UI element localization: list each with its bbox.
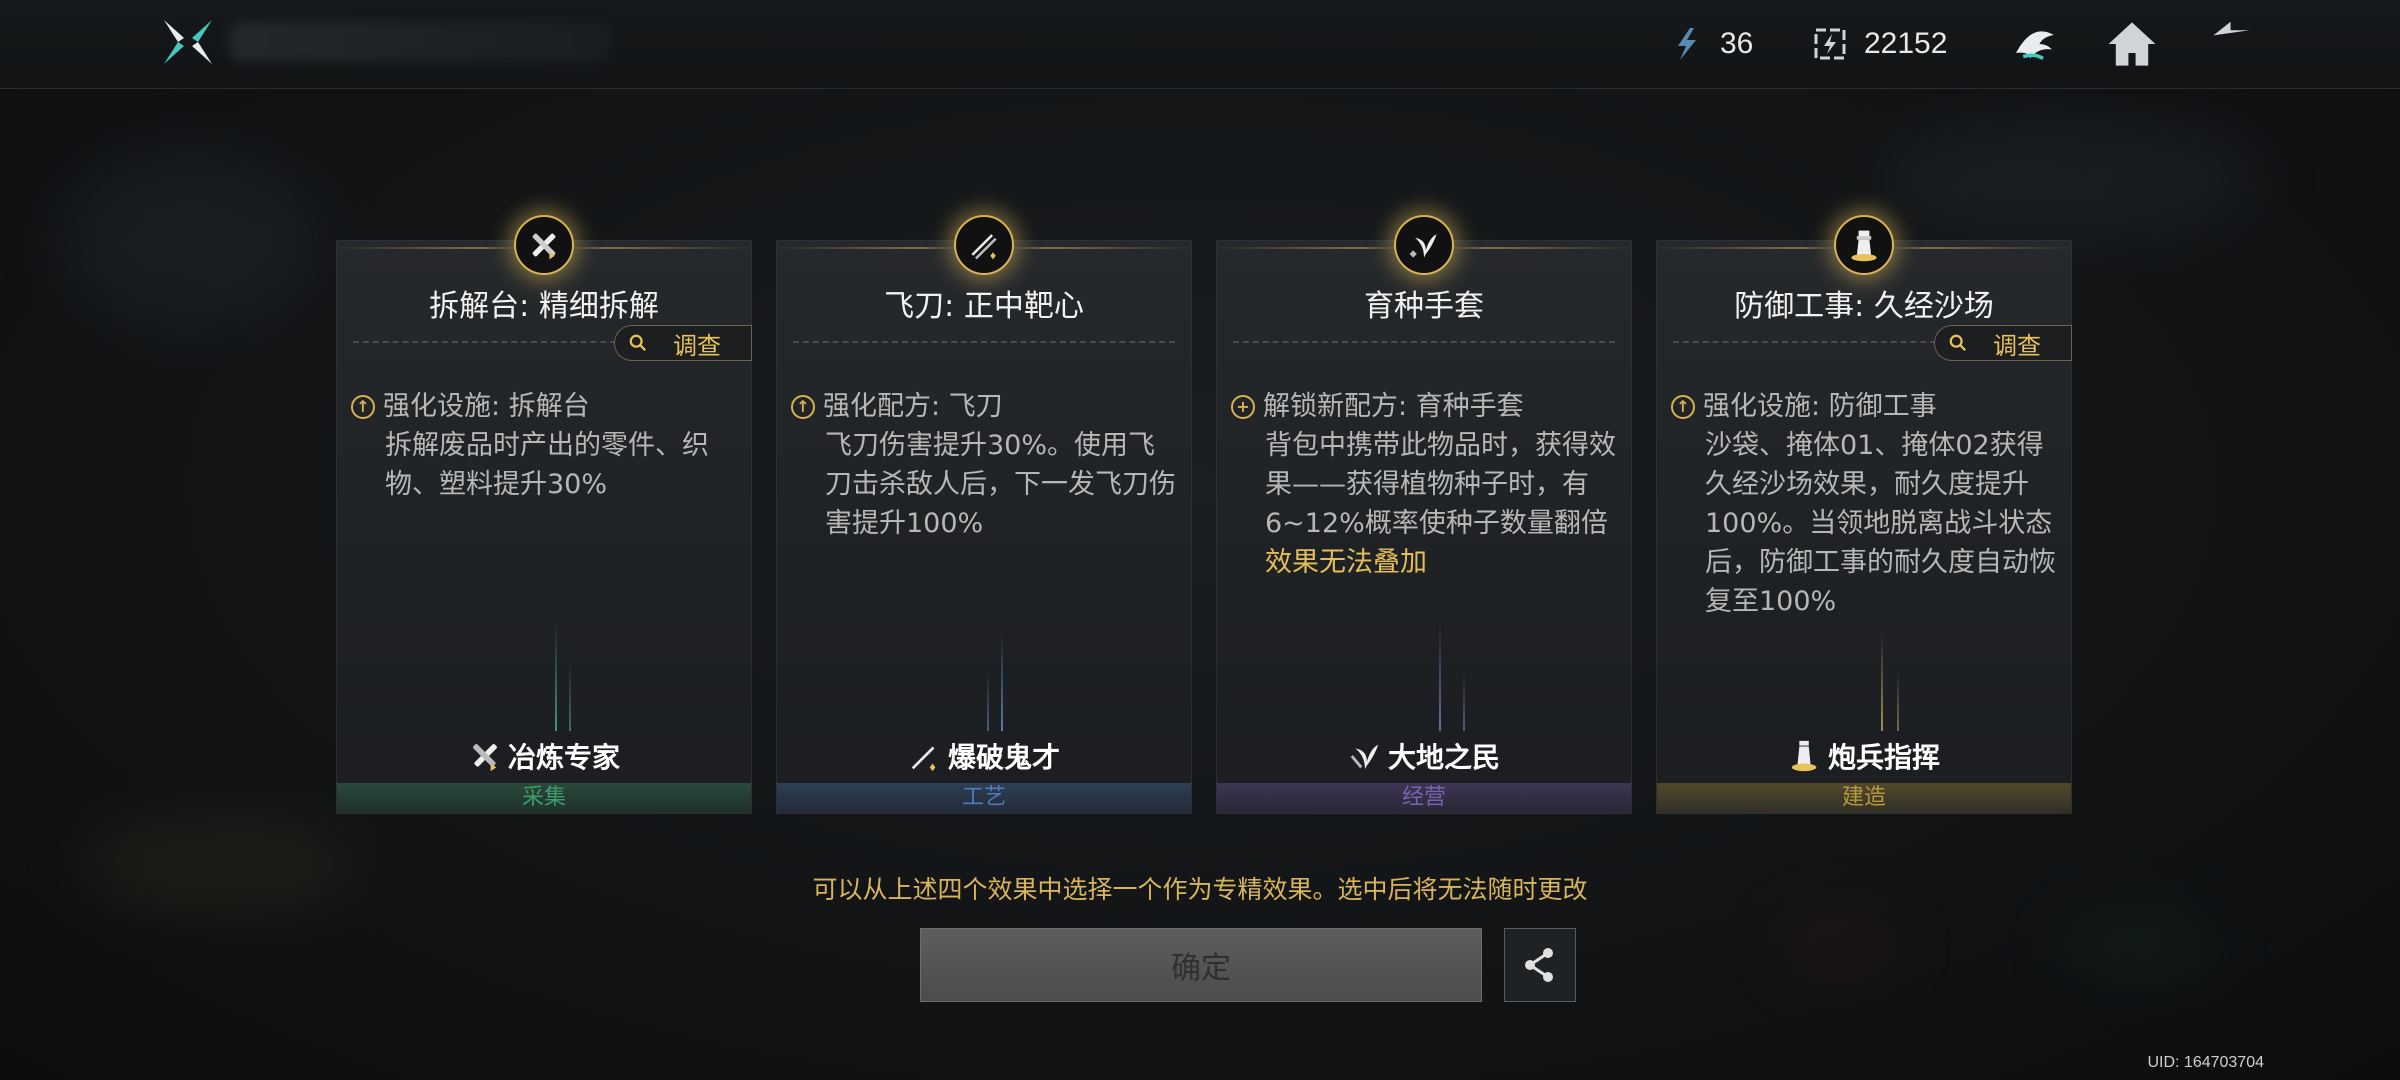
card-title: 防御工事: 久经沙场 [1734,289,1994,324]
effect-warning: 效果无法叠加 [1265,547,1427,578]
investigate-label: 调查 [673,331,721,360]
specialist-name: 大地之民 [1387,741,1500,774]
specialist-badge: 爆破鬼才 [777,736,1191,776]
upgrade-icon: ↑ [791,394,815,419]
effect-desc: 飞刀伤害提升30%。使用飞刀击杀敌人后，下一发飞刀伤害提升100% [825,430,1176,539]
effect-card-breeding-glove[interactable]: 育种手套 + 解锁新配方: 育种手套 背包中携带此物品时，获得效果——获得植物种… [1216,215,1632,814]
effect-description: ↑ 强化设施: 拆解台 拆解废品时产出的零件、织物、塑料提升30% [351,387,737,504]
specialist-name: 爆破鬼才 [947,741,1060,774]
top-bar: 36 22152 [0,0,2400,89]
knife-specialist-icon [911,746,936,772]
home-icon[interactable] [2102,14,2162,74]
specialist-name: 炮兵指挥 [1827,741,1940,774]
specialist-name: 冶炼专家 [507,741,620,774]
investigate-label: 调查 [1993,331,2041,360]
effect-head: 强化设施: 拆解台 [383,391,590,422]
card-top-line [1217,247,1397,249]
card-top-line [337,247,517,249]
card-icon [514,215,574,275]
card-top-line [1011,247,1191,249]
share-icon [1525,948,1553,982]
effect-description: + 解锁新配方: 育种手套 背包中携带此物品时，获得效果——获得植物种子时，有6… [1231,387,1617,582]
leaf-specialist-icon [1350,744,1379,770]
seedling-glove-icon [1409,234,1437,258]
light-beam [1463,671,1465,731]
plus-icon: + [1231,394,1255,419]
search-icon [1949,334,1966,351]
divider [793,341,1175,343]
search-icon [629,334,646,351]
share-button[interactable] [1504,928,1576,1002]
light-beam [987,671,989,731]
effect-desc: 拆解废品时产出的零件、织物、塑料提升30% [385,430,709,500]
background-blur [60,150,320,330]
light-beam [1897,671,1899,731]
card-top-line [1657,247,1837,249]
gear-currency-icon [1814,28,1846,60]
card-top-line [571,247,751,249]
effect-card-dismantle[interactable]: 拆解台: 精细拆解 调查 ↑ 强化设施: 拆解台 拆解废品时产出的零件、织物、塑… [336,215,752,814]
category-label: 经营 [1217,783,1631,813]
wrench-specialist-icon [473,744,497,772]
energy-value: 36 [1720,27,1754,60]
effect-head: 解锁新配方: 育种手套 [1263,391,1524,422]
category-label: 建造 [1657,783,2071,813]
effect-card-throwing-knife[interactable]: 飞刀: 正中靶心 ↑ 强化配方: 飞刀 飞刀伤害提升30%。使用飞刀击杀敌人后，… [776,215,1192,814]
light-beam [1001,631,1003,731]
effect-desc: 背包中携带此物品时，获得效果——获得植物种子时，有6~12%概率使种子数量翻倍 [1265,430,1616,539]
user-id: UID: 164703704 [2147,1054,2264,1071]
light-beam [569,661,571,731]
throwing-knife-icon [971,234,997,260]
effect-head: 强化配方: 飞刀 [823,391,1003,422]
card-title: 飞刀: 正中靶心 [884,289,1084,324]
emblem-icon[interactable] [2004,14,2064,74]
specialist-badge: 大地之民 [1217,736,1631,776]
card-top-line [1451,247,1631,249]
card-icon [954,215,1014,275]
resource-gear: 22152 [1812,22,1947,66]
watchtower-icon [1851,230,1877,262]
light-beam [1881,631,1883,731]
category-label: 采集 [337,783,751,813]
upgrade-icon: ↑ [1671,394,1695,419]
category-label: 工艺 [777,783,1191,813]
back-arrow-icon[interactable] [2210,14,2270,74]
blurred-title [230,22,610,62]
investigate-button[interactable]: 调查 [614,325,752,361]
effect-description: ↑ 强化设施: 防御工事 沙袋、掩体01、掩体02获得久经沙场效果，耐久度提升1… [1671,387,2057,621]
card-icon [1834,215,1894,275]
dismantle-wrench-icon [532,233,556,260]
card-title: 拆解台: 精细拆解 [429,289,659,324]
investigate-button[interactable]: 调查 [1934,325,2072,361]
divider [1233,341,1615,343]
card-title: 育种手套 [1364,289,1484,324]
selection-hint: 可以从上述四个效果中选择一个作为专精效果。选中后将无法随时更改 [812,875,1588,904]
effect-desc: 沙袋、掩体01、掩体02获得久经沙场效果，耐久度提升100%。当领地脱离战斗状态… [1705,430,2056,617]
background-blur [1780,920,1900,970]
effect-card-fortification[interactable]: 防御工事: 久经沙场 调查 ↑ 强化设施: 防御工事 沙袋、掩体01、掩体02获… [1656,215,2072,814]
light-beam [555,621,557,731]
effect-description: ↑ 强化配方: 飞刀 飞刀伤害提升30%。使用飞刀击杀敌人后，下一发飞刀伤害提升… [791,387,1177,543]
card-top-line [1891,247,2071,249]
specialist-badge: 冶炼专家 [337,736,751,776]
background-blur [1880,120,2260,240]
gear-value: 22152 [1864,27,1948,60]
light-beam [1439,621,1441,731]
card-top-line [777,247,957,249]
specialist-badge: 炮兵指挥 [1657,736,2071,776]
background-blur [2060,920,2220,970]
effect-head: 强化设施: 防御工事 [1703,391,1937,422]
card-icon [1394,215,1454,275]
resource-energy: 36 [1668,22,1753,66]
energy-shard-icon [1678,28,1696,60]
confirm-button[interactable]: 确定 [920,928,1482,1002]
game-logo-icon[interactable] [160,14,216,70]
upgrade-icon: ↑ [351,394,375,419]
tower-specialist-icon [1791,740,1817,772]
